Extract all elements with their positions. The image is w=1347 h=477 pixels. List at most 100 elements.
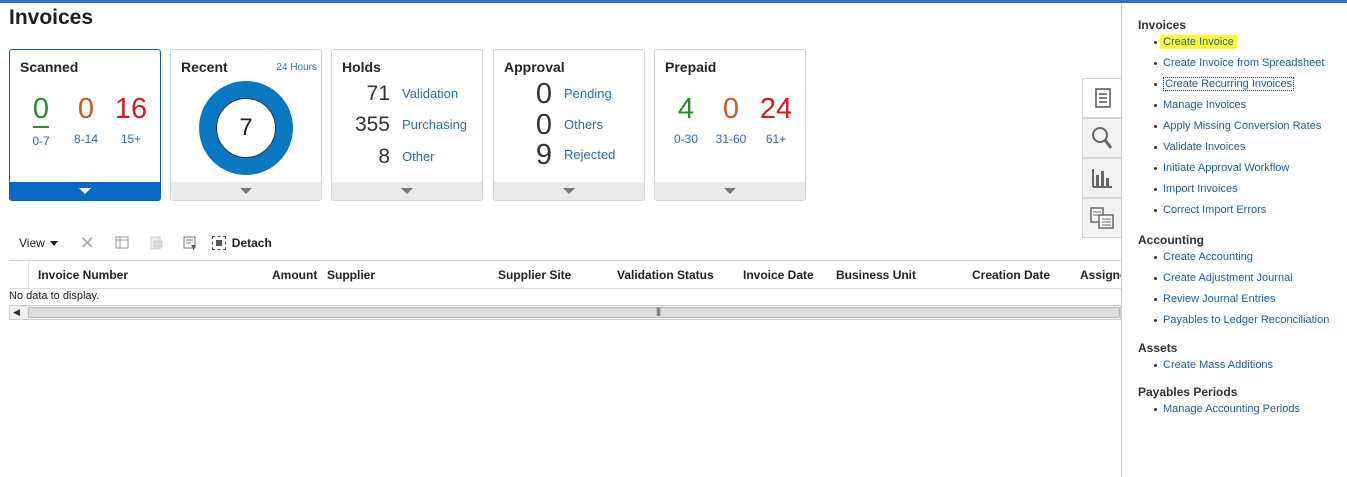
approval-value-others: 0 [535,109,552,141]
export-icon[interactable] [148,235,164,251]
scanned-bucket-0-7[interactable]: 0 0-7 [19,92,63,148]
tile-scanned-expand[interactable] [10,182,160,200]
scanned-label-15-plus: 15+ [120,132,142,146]
scanned-value-15-plus[interactable]: 16 [115,92,147,126]
task-initiate-approval-workflow[interactable]: Initiate Approval Workflow [1138,158,1324,179]
task-payables-to-ledger-reconciliation[interactable]: Payables to Ledger Reconciliation [1138,310,1329,331]
prepaid-bucket-0-30[interactable]: 4 0-30 [664,92,708,146]
holds-value-other: 8 [378,145,390,168]
approval-link-others[interactable]: Others [564,113,603,137]
recent-count: 7 [216,98,276,158]
bar-chart-icon [1092,169,1112,188]
col-invoice-date[interactable]: Invoice Date [743,268,814,282]
scanned-value-8-14[interactable]: 0 [78,92,94,126]
task-review-journal-entries[interactable]: Review Journal Entries [1138,289,1329,310]
prepaid-value-0-30[interactable]: 4 [678,92,694,126]
prepaid-value-61-plus[interactable]: 24 [760,92,792,126]
holds-row-purchasing[interactable]: 355 Purchasing [332,113,482,137]
prepaid-bucket-31-60[interactable]: 0 31-60 [709,92,753,146]
detach-button[interactable]: Detach [211,236,272,250]
scanned-bucket-8-14[interactable]: 0 8-14 [64,92,108,146]
holds-link-validation[interactable]: Validation [402,82,458,106]
task-create-invoice-from-spreadsheet[interactable]: Create Invoice from Spreadsheet [1138,53,1324,74]
tab-tasks[interactable] [1082,78,1122,118]
detach-label: Detach [231,236,272,250]
tile-recent-expand[interactable] [171,182,321,200]
tile-holds[interactable]: Holds 71 Validation 355 Purchasing 8 Oth… [331,49,483,201]
approval-value-rejected: 9 [535,139,552,171]
document-icon [1094,88,1111,108]
tile-scanned[interactable]: Scanned 0 0-7 0 8-14 16 15+ [9,49,161,201]
task-manage-invoices[interactable]: Manage Invoices [1138,95,1324,116]
section-heading-invoices: Invoices [1138,18,1187,32]
chevron-down-icon [79,188,91,194]
scanned-value-0-7[interactable]: 0 [32,92,50,128]
holds-row-validation[interactable]: 71 Validation [332,82,482,106]
col-supplier-site[interactable]: Supplier Site [498,268,571,282]
tasks-section-accounting: Accounting Create Accounting Create Adju… [1138,233,1329,331]
task-apply-missing-conversion-rates[interactable]: Apply Missing Conversion Rates [1138,116,1324,137]
tile-holds-expand[interactable] [332,182,482,200]
task-create-adjustment-journal[interactable]: Create Adjustment Journal [1138,268,1329,289]
task-create-recurring-invoices[interactable]: Create Recurring Invoices [1138,74,1324,95]
tile-approval-title: Approval [504,59,565,75]
scanned-bucket-15-plus[interactable]: 16 15+ [109,92,153,146]
tile-prepaid[interactable]: Prepaid 4 0-30 0 31-60 24 61+ [654,49,806,201]
approval-row-pending[interactable]: 0 Pending [494,80,644,109]
tile-prepaid-expand[interactable] [655,182,805,200]
holds-value-purchasing: 355 [354,113,390,136]
scrollbar-thumb[interactable]: ||| [28,306,1120,318]
task-manage-accounting-periods[interactable]: Manage Accounting Periods [1138,399,1300,420]
col-business-unit[interactable]: Business Unit [836,268,916,282]
tab-reports[interactable] [1082,158,1122,198]
chevron-down-icon [563,188,575,194]
col-creation-date[interactable]: Creation Date [972,268,1050,282]
view-menu-button[interactable]: View [19,236,58,250]
prepaid-value-31-60[interactable]: 0 [723,92,739,126]
tile-approval[interactable]: Approval 0 Pending 0 Others 9 Rejected [493,49,645,201]
recent-donut-chart[interactable]: 7 [199,81,293,175]
approval-link-rejected[interactable]: Rejected [564,143,615,167]
freeze-columns-icon[interactable] [114,235,130,251]
col-amount[interactable]: Amount [272,268,317,282]
task-create-mass-additions[interactable]: Create Mass Additions [1138,355,1273,376]
approval-row-rejected[interactable]: 9 Rejected [494,139,644,171]
scanned-label-8-14: 8-14 [73,132,99,146]
caret-down-icon [49,240,58,246]
task-create-invoice[interactable]: Create Invoice [1138,32,1324,53]
tasks-section-invoices: Invoices Create Invoice Create Invoice f… [1138,18,1324,221]
search-icon [1092,127,1113,149]
tile-recent-period: 24 Hours [276,62,317,73]
approval-link-pending[interactable]: Pending [564,82,612,106]
scroll-left-icon[interactable]: ◀ [13,306,20,319]
section-heading-assets: Assets [1138,341,1178,355]
tile-approval-expand[interactable] [494,182,644,200]
tasks-panel: Invoices Create Invoice Create Invoice f… [1121,3,1347,477]
task-create-invoice-label[interactable]: Create Invoice [1160,35,1237,49]
prepaid-bucket-61-plus[interactable]: 24 61+ [754,92,798,146]
prepaid-label-61-plus: 61+ [765,132,787,146]
tile-recent-title: Recent [181,59,228,75]
detach-icon [211,236,226,250]
task-correct-import-errors[interactable]: Correct Import Errors [1138,200,1324,221]
holds-link-purchasing[interactable]: Purchasing [402,113,467,137]
horizontal-scrollbar[interactable]: ◀ ||| [9,305,1121,320]
delete-icon[interactable]: ✕ [80,234,96,252]
approval-row-others[interactable]: 0 Others [494,109,644,141]
col-validation-status[interactable]: Validation Status [617,268,714,282]
task-create-accounting[interactable]: Create Accounting [1138,247,1329,268]
holds-link-other[interactable]: Other [402,145,435,169]
task-create-recurring-invoices-label[interactable]: Create Recurring Invoices [1163,77,1295,91]
task-import-invoices[interactable]: Import Invoices [1138,179,1324,200]
chevron-down-icon [724,188,736,194]
col-supplier[interactable]: Supplier [327,268,375,282]
query-by-example-icon[interactable] [182,235,198,251]
scanned-label-0-7: 0-7 [32,134,50,148]
task-validate-invoices[interactable]: Validate Invoices [1138,137,1324,158]
tab-list-details[interactable] [1082,198,1122,238]
tile-recent[interactable]: Recent 24 Hours 7 [170,49,322,201]
holds-row-other[interactable]: 8 Other [332,145,482,169]
col-invoice-number[interactable]: Invoice Number [38,268,128,282]
tab-search[interactable] [1082,118,1122,158]
col-assignee[interactable]: Assigne [1080,268,1121,282]
